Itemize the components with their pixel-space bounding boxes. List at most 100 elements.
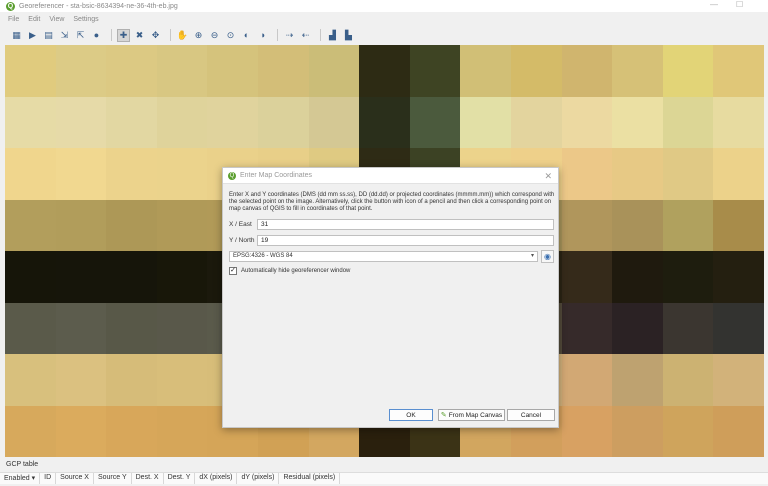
gcp-column-dx-pixels[interactable]: dX (pixels) — [195, 473, 238, 484]
open-raster-button[interactable]: ▦ — [10, 29, 23, 42]
auto-hide-checkbox-row[interactable]: ✓ Automatically hide georeferencer windo… — [229, 267, 350, 275]
gcp-column-dy-pixels[interactable]: dY (pixels) — [237, 473, 280, 484]
image-pixel-block — [612, 45, 664, 98]
link-qgis-to-georeferencer-button[interactable]: ⇠ — [299, 29, 312, 42]
image-pixel-block — [612, 96, 664, 149]
menu-view[interactable]: View — [49, 16, 64, 23]
zoom-in-button[interactable]: ⊕ — [192, 29, 205, 42]
image-pixel-block — [5, 96, 57, 149]
image-pixel-block — [106, 302, 158, 355]
dialog-instructions: Enter X and Y coordinates (DMS (dd mm ss… — [229, 192, 555, 212]
gcp-column-residual-pixels[interactable]: Residual (pixels) — [279, 473, 341, 484]
image-pixel-block — [106, 251, 158, 304]
dialog-titlebar: Q Enter Map Coordinates ✕ — [223, 168, 558, 184]
image-pixel-block — [561, 405, 614, 457]
zoom-next-button[interactable]: ◑ — [256, 29, 269, 42]
cancel-button-label: Cancel — [520, 411, 542, 419]
from-map-canvas-button[interactable]: ✎ From Map Canvas — [438, 409, 505, 421]
image-pixel-block — [713, 96, 764, 149]
image-pixel-block — [612, 405, 664, 457]
image-pixel-block — [561, 251, 614, 304]
image-pixel-block — [5, 199, 57, 252]
cancel-button[interactable]: Cancel — [507, 409, 555, 421]
maximize-icon[interactable]: ☐ — [736, 0, 743, 9]
zoom-in-icon: ⊕ — [194, 29, 203, 40]
generate-gdal-script-icon: ▤ — [44, 29, 53, 40]
image-pixel-block — [561, 96, 614, 149]
image-pixel-block — [662, 302, 715, 355]
auto-hide-checkbox[interactable]: ✓ — [229, 267, 237, 275]
menu-file[interactable]: File — [8, 16, 19, 23]
select-crs-button[interactable]: ◉ — [541, 250, 554, 263]
image-pixel-block — [55, 148, 108, 201]
image-pixel-block — [106, 405, 158, 457]
transformation-settings-button[interactable]: ● — [90, 29, 103, 42]
gcp-column-source-x[interactable]: Source X — [56, 473, 94, 484]
image-pixel-block — [156, 302, 209, 355]
image-pixel-block — [258, 96, 310, 149]
image-pixel-block — [258, 45, 310, 98]
image-pixel-block — [713, 405, 764, 457]
y-north-input[interactable]: 19 — [257, 235, 554, 246]
window-titlebar: Q Georeferencer - sta-bsic-8634394-ne-36… — [0, 0, 768, 12]
full-histogram-stretch-button[interactable]: ▟ — [326, 29, 339, 42]
image-pixel-block — [612, 199, 664, 252]
y-north-label: Y / North — [229, 237, 255, 244]
link-georeferencer-to-qgis-button[interactable]: ⇢ — [283, 29, 296, 42]
image-pixel-block — [561, 354, 614, 407]
transformation-settings-icon: ● — [93, 30, 100, 40]
local-histogram-stretch-button[interactable]: ▙ — [342, 29, 355, 42]
zoom-to-layer-button[interactable]: ⊙ — [224, 29, 237, 42]
zoom-next-icon: ◑ — [259, 30, 266, 40]
generate-gdal-script-button[interactable]: ▤ — [42, 29, 55, 42]
image-pixel-block — [359, 45, 411, 98]
zoom-last-button[interactable]: ◐ — [240, 29, 253, 42]
close-icon[interactable]: ✕ — [544, 171, 552, 182]
gcp-column-id[interactable]: ID — [40, 473, 57, 484]
qgis-logo-icon: Q — [228, 171, 236, 180]
gcp-column-dest-x[interactable]: Dest. X — [132, 473, 164, 484]
image-pixel-block — [713, 45, 764, 98]
gcp-column-dest-y[interactable]: Dest. Y — [164, 473, 196, 484]
menu-edit[interactable]: Edit — [28, 16, 40, 23]
toolbar-separator — [277, 29, 278, 41]
load-gcp-points-icon: ⇲ — [60, 29, 69, 40]
image-pixel-block — [308, 45, 361, 98]
move-gcp-point-button[interactable]: ✥ — [149, 29, 162, 42]
image-pixel-block — [612, 148, 664, 201]
zoom-out-icon: ⊖ — [210, 29, 219, 40]
menu-settings[interactable]: Settings — [73, 16, 98, 23]
ok-button-label: OK — [406, 411, 416, 419]
zoom-last-icon: ◐ — [243, 30, 250, 40]
image-pixel-block — [713, 251, 764, 304]
pan-button[interactable]: ✋ — [176, 29, 189, 42]
crs-selector[interactable]: EPSG:4326 - WGS 84 ▾ — [229, 251, 538, 262]
move-gcp-point-icon: ✥ — [151, 29, 160, 40]
link-qgis-to-georeferencer-icon: ⇠ — [301, 29, 310, 40]
image-pixel-block — [612, 251, 664, 304]
load-gcp-points-button[interactable]: ⇲ — [58, 29, 71, 42]
ok-button[interactable]: OK — [389, 409, 433, 421]
gcp-column-enabled[interactable]: Enabled ▾ — [0, 473, 41, 484]
image-pixel-block — [713, 148, 764, 201]
delete-point-icon: ✖ — [135, 29, 144, 40]
x-east-input[interactable]: 31 — [257, 219, 554, 230]
image-pixel-block — [156, 96, 209, 149]
delete-point-button[interactable]: ✖ — [133, 29, 146, 42]
image-pixel-block — [106, 148, 158, 201]
dialog-title: Enter Map Coordinates — [240, 172, 312, 179]
minimize-icon[interactable]: — — [710, 0, 718, 9]
image-pixel-block — [156, 45, 209, 98]
image-pixel-block — [55, 405, 108, 457]
image-pixel-block — [5, 251, 57, 304]
gcp-column-source-y[interactable]: Source Y — [94, 473, 132, 484]
image-pixel-block — [359, 96, 411, 149]
start-georeferencing-button[interactable]: ▶ — [26, 29, 39, 42]
add-point-button[interactable]: ✚ — [117, 28, 130, 42]
open-raster-icon: ▦ — [12, 29, 21, 40]
image-pixel-block — [713, 354, 764, 407]
image-pixel-block — [55, 302, 108, 355]
image-pixel-block — [55, 354, 108, 407]
zoom-out-button[interactable]: ⊖ — [208, 29, 221, 42]
save-gcp-points-button[interactable]: ⇱ — [74, 29, 87, 42]
